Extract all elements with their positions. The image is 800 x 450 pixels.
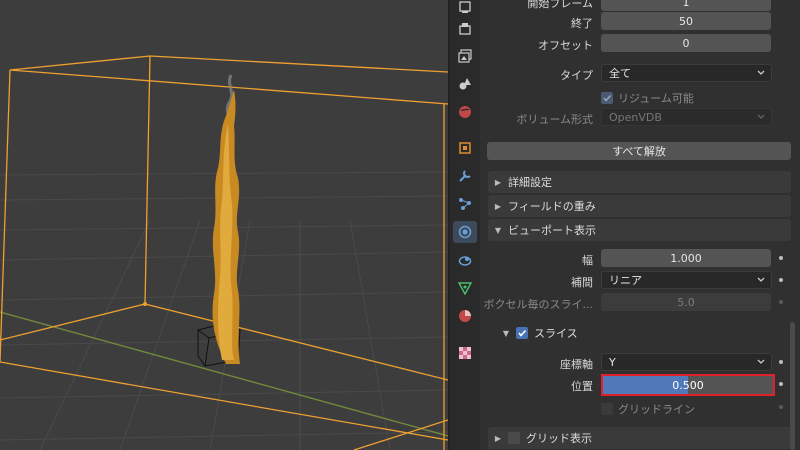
grid-display-checkbox[interactable] [508, 432, 520, 444]
chevron-down-icon [757, 70, 765, 75]
collapsed-arrow-icon: ▶ [494, 201, 502, 211]
axis-value: Y [609, 355, 616, 369]
offset-field[interactable]: 0 [601, 34, 771, 52]
type-label: タイプ [560, 69, 593, 82]
interpolation-dropdown[interactable]: リニア [601, 271, 772, 289]
type-value: 全て [609, 67, 631, 80]
slice-checkbox[interactable] [516, 327, 528, 339]
interpolation-label: 補間 [571, 276, 593, 289]
axis-label: 座標軸 [560, 358, 593, 371]
keyframe-dot-icon[interactable] [779, 300, 783, 304]
field-weights-panel-header[interactable]: ▶ フィールドの重み [488, 195, 791, 217]
interpolation-value: リニア [609, 274, 642, 287]
thickness-label: 幅 [582, 254, 593, 267]
expanded-arrow-icon: ▼ [502, 328, 510, 338]
particles-icon[interactable] [453, 193, 477, 215]
chevron-down-icon [757, 277, 765, 282]
advanced-panel-header[interactable]: ▶ 詳細設定 [488, 171, 791, 193]
thickness-field[interactable]: 1.000 [601, 249, 771, 267]
volume-format-label: ボリューム形式 [516, 113, 593, 126]
expanded-arrow-icon: ▼ [494, 225, 502, 235]
scrollbar[interactable] [790, 322, 795, 450]
viewport-display-panel-header[interactable]: ▼ ビューポート表示 [488, 219, 791, 241]
modifier-icon[interactable] [453, 165, 477, 187]
checkbox-icon [601, 403, 613, 415]
checkbox-icon [601, 92, 613, 104]
end-frame-label: 終了 [571, 17, 593, 30]
free-all-button[interactable]: すべて解放 [487, 142, 791, 160]
collapsed-arrow-icon: ▶ [494, 177, 502, 187]
keyframe-dot-icon[interactable] [779, 278, 783, 282]
data-icon[interactable] [453, 277, 477, 299]
slice-panel-header[interactable]: ▼ スライス [496, 322, 776, 344]
position-value: 0.500 [672, 378, 704, 392]
physics-icon[interactable] [453, 221, 477, 243]
properties-tab-bar [450, 0, 480, 450]
3d-viewport[interactable] [0, 0, 448, 450]
start-frame-field[interactable]: 1 [601, 0, 771, 11]
properties-editor: 開始フレーム 1 終了 50 オフセット 0 タイプ 全て リジューム可能 ボリ… [480, 0, 800, 450]
gridlines-label: グリッドライン [618, 403, 695, 416]
position-label: 位置 [571, 380, 593, 393]
volume-enabled-checkbox[interactable]: リジューム可能 [601, 90, 694, 106]
object-icon[interactable] [453, 137, 477, 159]
scene-icon[interactable] [453, 73, 477, 95]
grid-display-panel-header[interactable]: ▶ グリッド表示 [488, 427, 791, 449]
slices-per-voxel-label: ボクセル毎のスライ... [483, 298, 594, 311]
position-slider[interactable]: 0.500 [601, 374, 775, 396]
type-dropdown[interactable]: 全て [601, 64, 772, 82]
world-icon[interactable] [453, 101, 477, 123]
keyframe-dot-icon[interactable] [779, 360, 783, 364]
viewport-display-panel-title: ビューポート表示 [508, 224, 596, 237]
chevron-down-icon [757, 114, 765, 119]
axis-dropdown[interactable]: Y [601, 353, 772, 371]
slice-panel-title: スライス [534, 327, 578, 340]
gridlines-checkbox[interactable]: グリッドライン [601, 401, 695, 417]
output-icon[interactable] [453, 18, 477, 40]
end-frame-field[interactable]: 50 [601, 12, 771, 30]
material-icon[interactable] [453, 305, 477, 327]
slices-per-voxel-field[interactable]: 5.0 [601, 293, 771, 311]
keyframe-dot-icon[interactable] [779, 382, 783, 386]
volume-enabled-label: リジューム可能 [618, 92, 694, 105]
start-frame-label: 開始フレーム [527, 0, 593, 10]
constraints-icon[interactable] [453, 249, 477, 271]
advanced-panel-title: 詳細設定 [508, 176, 552, 189]
field-weights-panel-title: フィールドの重み [508, 200, 596, 213]
keyframe-dot-icon[interactable] [779, 405, 783, 409]
chevron-down-icon [757, 359, 765, 364]
keyframe-dot-icon[interactable] [779, 256, 783, 260]
volume-format-dropdown[interactable]: OpenVDB [601, 108, 772, 126]
texture-icon[interactable] [453, 342, 477, 364]
offset-label: オフセット [538, 39, 593, 52]
grid-display-panel-title: グリッド表示 [526, 432, 592, 445]
view-layer-icon[interactable] [453, 45, 477, 67]
render-icon[interactable] [453, 0, 477, 18]
collapsed-arrow-icon: ▶ [494, 433, 502, 443]
volume-format-value: OpenVDB [609, 110, 662, 124]
